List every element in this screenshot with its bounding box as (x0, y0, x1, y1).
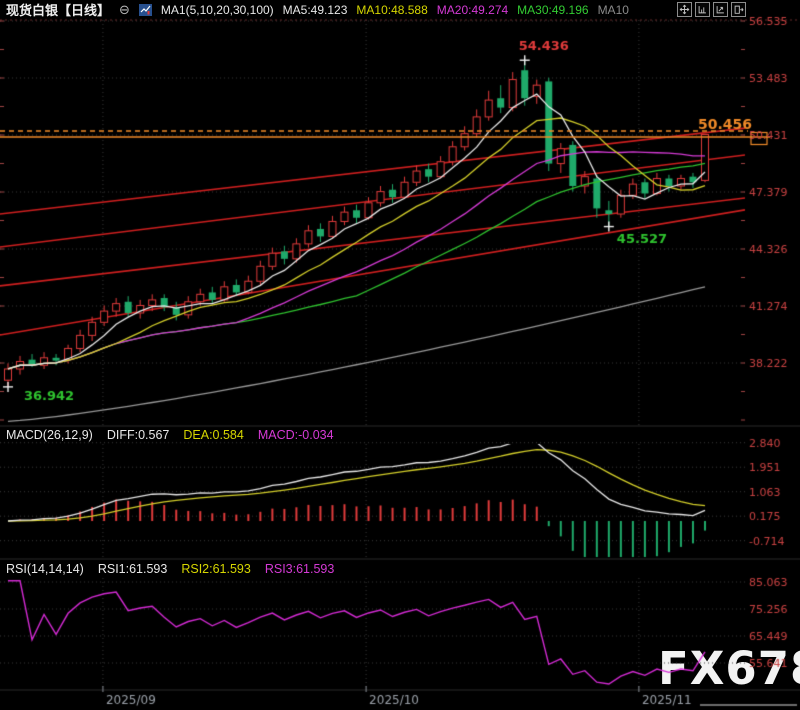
rsi2-value: RSI2:61.593 (181, 562, 251, 576)
macd-value: MACD:-0.034 (258, 428, 334, 442)
axis-arrow-icon[interactable] (713, 2, 728, 17)
trading-chart-window: FX678 现货白银【日线】 ⊖ MA1(5,10,20,30,100) MA5… (0, 0, 800, 710)
axis-scale-icon[interactable] (695, 2, 710, 17)
rsi3-value: RSI3:61.593 (265, 562, 335, 576)
ma20-value: MA20:49.274 (437, 3, 508, 17)
ma10-value: MA10:48.588 (356, 3, 427, 17)
chart-toolbar (677, 2, 746, 17)
macd-header: MACD(26,12,9) DIFF:0.567 DEA:0.584 MACD:… (6, 428, 334, 442)
ma30-value: MA30:49.196 (517, 3, 588, 17)
macd-diff-value: DIFF:0.567 (107, 428, 170, 442)
ma5-value: MA5:49.123 (283, 3, 348, 17)
chart-type-icon[interactable] (139, 4, 152, 16)
move-tool-icon[interactable] (677, 2, 692, 17)
symbol-title: 现货白银【日线】 (6, 0, 110, 19)
ma100-value: MA10 (598, 3, 629, 17)
macd-dea-value: DEA:0.584 (183, 428, 243, 442)
macd-title: MACD(26,12,9) (6, 428, 93, 442)
price-chart-canvas[interactable] (0, 0, 800, 710)
rsi-title: RSI(14,14,14) (6, 562, 84, 576)
ma-settings-label: MA1(5,10,20,30,100) (161, 3, 274, 17)
collapse-panel-icon[interactable]: ⊖ (119, 3, 130, 16)
rsi1-value: RSI1:61.593 (98, 562, 168, 576)
exit-chart-icon[interactable] (731, 2, 746, 17)
rsi-header: RSI(14,14,14) RSI1:61.593 RSI2:61.593 RS… (6, 562, 334, 576)
